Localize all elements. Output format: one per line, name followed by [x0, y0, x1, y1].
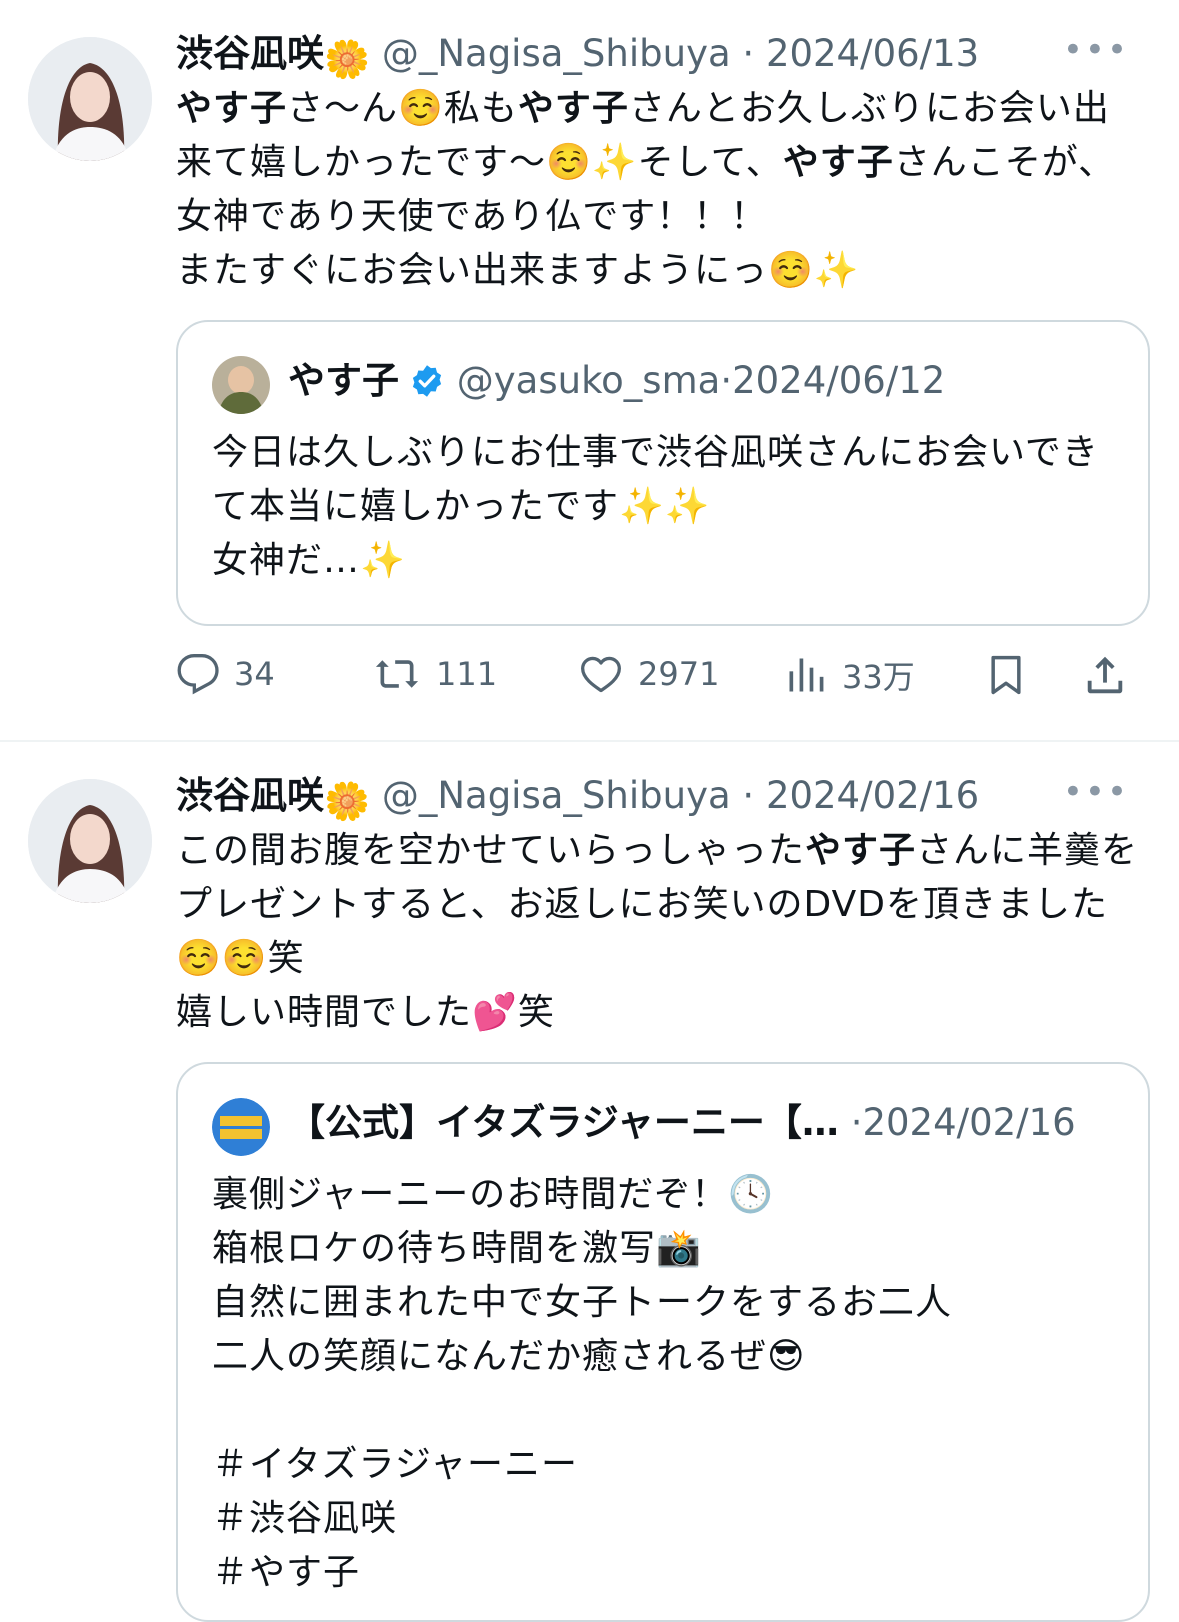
quoted-text: 今日は久しぶりにお仕事で渋谷凪咲さんにお会いできて本当に嬉しかったです✨✨ 女神…: [212, 432, 1099, 581]
quoted-display-name[interactable]: やす子: [288, 359, 399, 402]
quoted-header: 【公式】イタズラジャーニー【… ·2024/02/16: [288, 1094, 1076, 1152]
bookmark-button[interactable]: [984, 652, 1028, 698]
action-bar: 34 111 2971 33万: [176, 646, 1151, 706]
views-button[interactable]: 33万: [784, 652, 915, 698]
view-count: 33万: [842, 658, 915, 696]
separator: ·: [742, 774, 755, 817]
quoted-handle[interactable]: @yasuko_sma: [457, 359, 721, 402]
more-options-icon[interactable]: •••: [1063, 772, 1129, 812]
verified-badge-icon: [409, 358, 445, 416]
separator: ·: [850, 1101, 863, 1144]
quoted-header: やす子 @yasuko_sma·2024/06/12: [288, 352, 945, 416]
separator: ·: [720, 359, 733, 402]
handle[interactable]: @_Nagisa_Shibuya: [382, 774, 731, 817]
quoted-avatar[interactable]: [212, 1098, 270, 1156]
mention-text: やす子: [176, 88, 288, 129]
heart-icon: [581, 656, 621, 693]
bookmark-icon: [991, 655, 1021, 695]
mention-text: やす子: [805, 830, 917, 871]
mention-text: やす子: [517, 88, 629, 129]
tweet-text: やす子さ〜ん☺️私もやす子さんとお久しぶりにお会い出来て嬉しかったです〜☺️✨そ…: [176, 82, 1146, 298]
quoted-avatar[interactable]: [212, 356, 270, 414]
display-name[interactable]: 渋谷凪咲: [176, 32, 324, 75]
quoted-tweet[interactable]: やす子 @yasuko_sma·2024/06/12 今日は久しぶりにお仕事で渋…: [176, 320, 1150, 626]
reply-icon: [177, 654, 219, 695]
tweet-header: 渋谷凪咲🌼 @_Nagisa_Shibuya · 2024/06/13: [176, 28, 979, 86]
text-segment: さ〜ん☺️私も: [287, 88, 518, 129]
quoted-display-name[interactable]: 【公式】イタズラジャーニー【…: [288, 1101, 839, 1144]
avatar[interactable]: [28, 37, 152, 161]
quoted-text: 裏側ジャーニーのお時間だぞ！🕓 箱根ロケの待ち時間を激写📸 自然に囲まれた中で女…: [212, 1174, 953, 1593]
quoted-timestamp[interactable]: 2024/06/12: [732, 359, 945, 402]
tweet[interactable]: 渋谷凪咲🌼 @_Nagisa_Shibuya · 2024/02/16 ••• …: [0, 742, 1179, 1622]
separator: ·: [742, 32, 755, 75]
timestamp[interactable]: 2024/06/13: [766, 32, 979, 75]
share-button[interactable]: [1082, 652, 1128, 698]
tweet[interactable]: 渋谷凪咲🌼 @_Nagisa_Shibuya · 2024/06/13 ••• …: [0, 0, 1179, 740]
like-count: 2971: [638, 655, 720, 693]
like-button[interactable]: 2971: [578, 652, 719, 696]
quoted-timestamp[interactable]: 2024/02/16: [862, 1101, 1075, 1144]
mention-text: やす子: [782, 142, 894, 183]
tweet-header: 渋谷凪咲🌼 @_Nagisa_Shibuya · 2024/02/16: [176, 770, 979, 828]
quoted-tweet[interactable]: 【公式】イタズラジャーニー【… ·2024/02/16 裏側ジャーニーのお時間だ…: [176, 1062, 1150, 1622]
reply-count: 34: [234, 655, 275, 693]
share-icon: [1087, 656, 1123, 694]
avatar[interactable]: [28, 779, 152, 903]
handle[interactable]: @_Nagisa_Shibuya: [382, 32, 731, 75]
retweet-button[interactable]: 111: [372, 652, 497, 696]
more-options-icon[interactable]: •••: [1063, 30, 1129, 70]
analytics-icon: [789, 658, 824, 692]
retweet-count: 111: [436, 655, 498, 693]
retweet-icon: [375, 660, 419, 688]
reply-button[interactable]: 34: [176, 652, 275, 696]
tweet-text: この間お腹を空かせていらっしゃったやす子さんに羊羹をプレゼントすると、お返しにお…: [176, 824, 1146, 1040]
flower-emoji: 🌼: [324, 780, 371, 823]
timestamp[interactable]: 2024/02/16: [766, 774, 979, 817]
flower-emoji: 🌼: [324, 38, 371, 81]
display-name[interactable]: 渋谷凪咲: [176, 774, 324, 817]
text-segment: この間お腹を空かせていらっしゃった: [176, 830, 806, 871]
